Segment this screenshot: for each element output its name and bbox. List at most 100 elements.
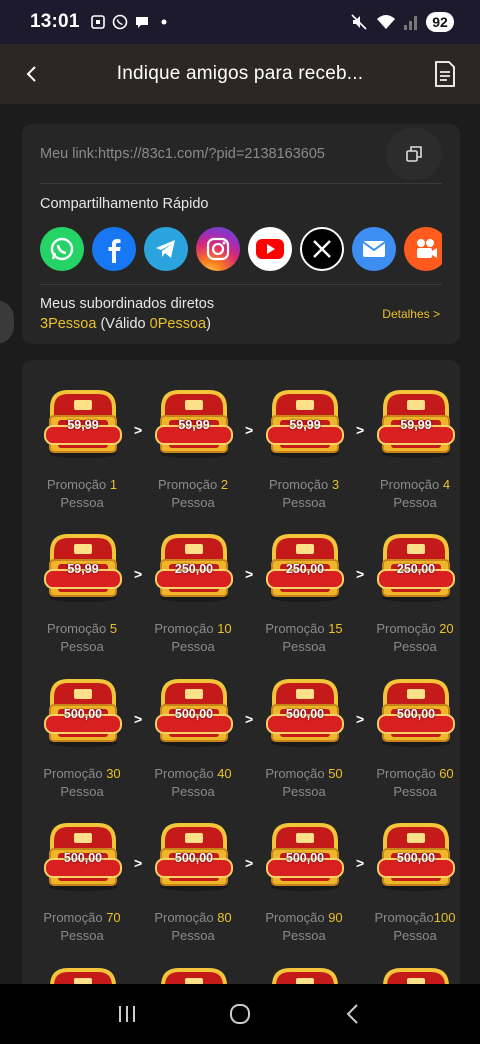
youtube-icon[interactable] [248,227,292,271]
promo-unit: Pessoa [60,495,104,510]
dot-icon [161,19,167,25]
promo-count: 1 [109,477,118,492]
reward-item[interactable]: 500,00 Promoção 30 Pessoa [34,657,130,799]
email-icon[interactable] [352,227,396,271]
reward-amount: 250,00 [174,562,214,576]
telegram-icon[interactable] [144,227,188,271]
reward-label: Promoção 80 Pessoa [145,909,241,945]
promo-count: 2 [220,477,229,492]
promo-unit: Pessoa [393,639,437,654]
reward-amount: 250,00 [285,562,325,576]
reward-item[interactable]: 500,00 Promoção100 Pessoa [367,801,460,943]
reward-amount: 500,00 [285,851,325,865]
reward-amount: 250,00 [396,562,436,576]
reward-item[interactable]: 500,00 Promoção 40 Pessoa [145,657,241,799]
recent-apps-button[interactable] [107,994,147,1034]
reward-item[interactable]: 500,00 Promoção 90 Pessoa [256,801,352,943]
promo-count: 70 [106,910,121,925]
reward-amount: 59,99 [289,418,321,432]
reward-item[interactable]: 500,00 Promoção 60 Pessoa [367,657,460,799]
reward-amount: 500,00 [174,707,214,721]
promo-unit: Pessoa [393,495,437,510]
reward-amount: 59,99 [67,418,99,432]
copy-icon [406,146,422,162]
details-link[interactable]: Detalhes > [382,307,440,321]
whatsapp-notif-icon [112,14,127,30]
page-title: Indique amigos para receb... [116,63,364,84]
promo-text: Promoção [43,910,107,925]
page-header: Indique amigos para receb... [0,44,480,104]
reward-label: Promoção 20 Pessoa [367,620,460,656]
reward-item[interactable]: 59,99 Promoção 3 Pessoa [256,368,352,510]
document-icon[interactable] [432,60,458,88]
reward-amount: 500,00 [285,707,325,721]
reward-item[interactable]: 500,00 Promoção 50 Pessoa [256,657,352,799]
reward-label: Promoção100 Pessoa [367,909,460,945]
status-right: 92 [350,12,454,32]
kwai-icon[interactable] [404,227,442,271]
progress-arrow: > [245,422,254,438]
copy-link-button[interactable] [386,128,442,180]
home-button[interactable] [220,994,260,1034]
reward-label: Promoção 70 Pessoa [34,909,130,945]
sub-count: 3Pessoa [40,316,97,332]
reward-label: Promoção 3 Pessoa [256,476,352,512]
reward-item[interactable]: 250,00 Promoção 15 Pessoa [256,512,352,654]
promo-unit: Pessoa [171,495,215,510]
referral-link-card: Meu link:https://83c1.com/?pid=213816360… [22,124,460,344]
battery-level: 92 [426,12,454,32]
reward-amount: 500,00 [396,851,436,865]
back-nav-icon [346,1004,359,1024]
promo-count: 10 [217,621,232,636]
promo-text: Promoção [268,477,332,492]
promo-count: 5 [109,621,118,636]
reward-item[interactable]: 59,99 Promoção 2 Pessoa [145,368,241,510]
promo-text: Promoção [46,477,110,492]
progress-arrow: > [356,566,365,582]
promo-text: Promoção [46,621,110,636]
whatsapp-icon[interactable] [40,227,84,271]
floating-handle[interactable] [0,300,14,344]
back-icon[interactable] [22,62,42,86]
referral-link-row: Meu link:https://83c1.com/?pid=213816360… [40,124,442,184]
promo-text: Promoção [379,477,443,492]
promo-count: 40 [217,766,232,781]
progress-arrow: > [245,855,254,871]
app-screen: 13:01 92 Indique amigos para receb... Me… [0,0,480,1044]
quick-share-title: Compartilhamento Rápido [40,196,209,212]
progress-arrow: > [134,855,143,871]
promo-unit: Pessoa [171,784,215,799]
progress-arrow: > [356,855,365,871]
back-button[interactable] [333,994,373,1034]
reward-label: Promoção 15 Pessoa [256,620,352,656]
system-navbar [0,984,480,1044]
promo-unit: Pessoa [282,928,326,943]
instagram-icon[interactable] [196,227,240,271]
reward-label: Promoção 30 Pessoa [34,765,130,801]
promo-unit: Pessoa [60,784,104,799]
promo-text: Promoção [376,766,440,781]
progress-arrow: > [134,422,143,438]
promo-count: 4 [442,477,451,492]
reward-item[interactable]: 250,00 Promoção 10 Pessoa [145,512,241,654]
promo-text: Promoção [154,910,218,925]
promo-unit: Pessoa [171,639,215,654]
facebook-icon[interactable] [92,227,136,271]
divider [40,284,442,285]
reward-amount: 59,99 [67,562,99,576]
promo-unit: Pessoa [282,495,326,510]
promo-count: 100 [433,910,456,925]
reward-item[interactable]: 59,99 Promoção 5 Pessoa [34,512,130,654]
reward-item[interactable]: 250,00 Promoção 20 Pessoa [367,512,460,654]
promo-text: Promoção [43,766,107,781]
progress-arrow: > [134,711,143,727]
reward-item[interactable]: 59,99 Promoção 1 Pessoa [34,368,130,510]
reward-item[interactable]: 59,99 Promoção 4 Pessoa [367,368,460,510]
reward-item[interactable]: 500,00 Promoção 80 Pessoa [145,801,241,943]
promo-text: Promoção [154,621,218,636]
promo-count: 20 [439,621,454,636]
sub-valid-open: (Válido [96,316,150,332]
promo-text: Promoção [265,621,329,636]
reward-item[interactable]: 500,00 Promoção 70 Pessoa [34,801,130,943]
x-icon[interactable] [300,227,344,271]
